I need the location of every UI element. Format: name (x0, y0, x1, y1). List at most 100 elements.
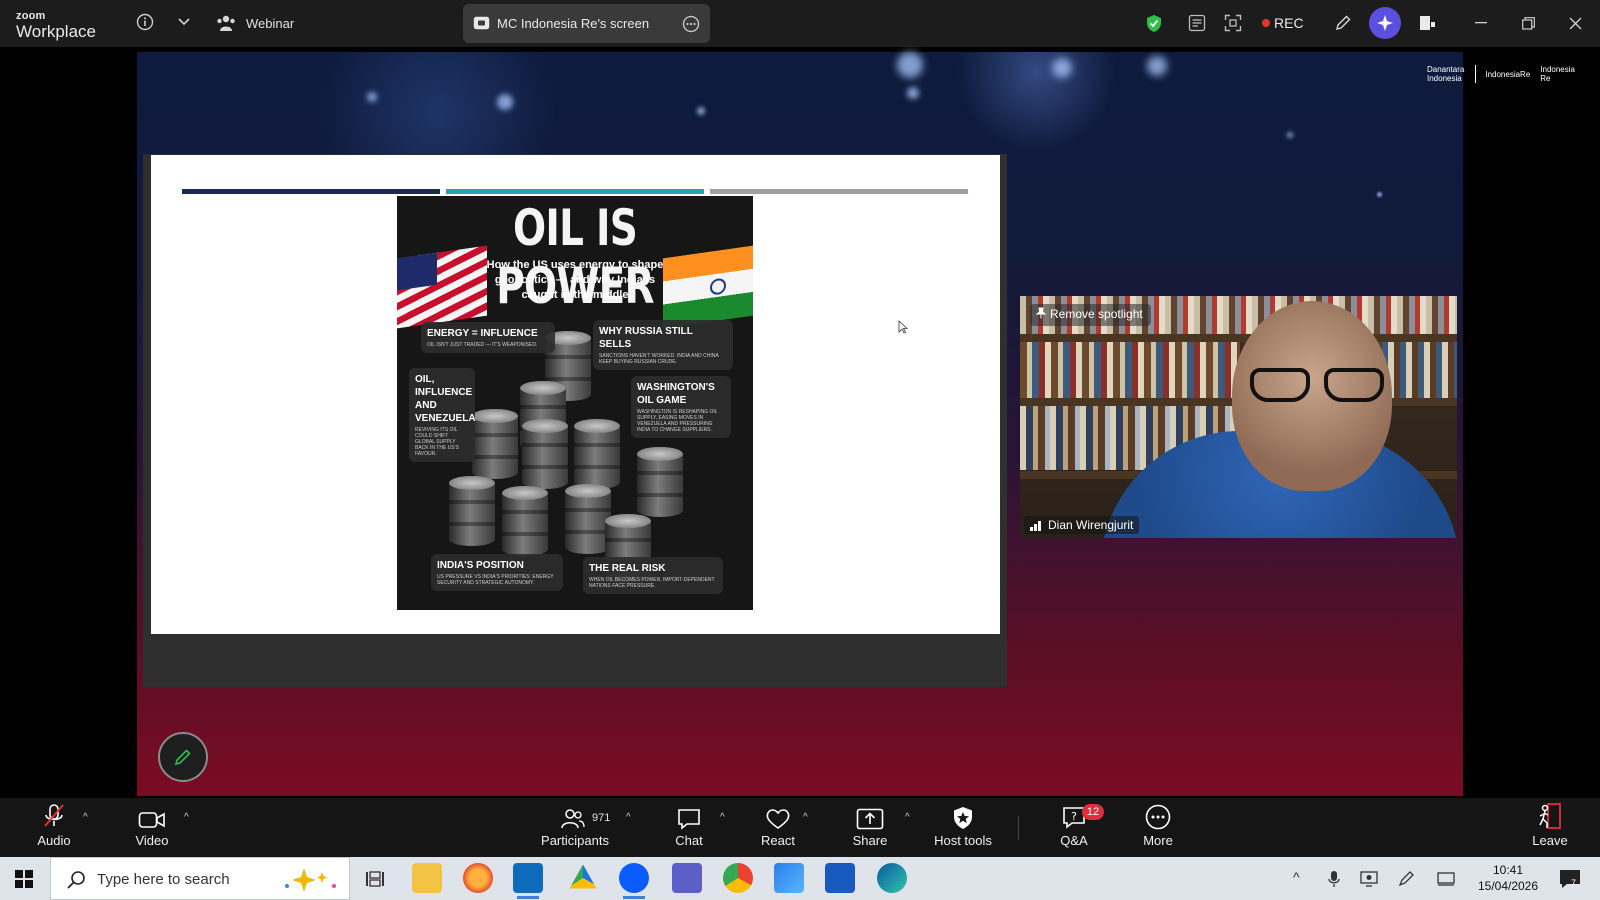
recording-indicator[interactable]: REC (1262, 15, 1304, 31)
card-oil-influence-venezuela: OIL, INFLUENCE AND VENEZUELA REVIVING IT… (409, 368, 476, 462)
rec-label: REC (1274, 15, 1304, 31)
control-divider (1018, 816, 1019, 840)
info-icon[interactable] (134, 11, 156, 33)
edge-app-icon[interactable] (877, 863, 907, 893)
react-button[interactable]: React (750, 798, 806, 857)
remove-spotlight-button[interactable]: Remove spotlight (1030, 304, 1151, 326)
more-options-icon[interactable] (681, 14, 701, 34)
card-washingtons-oil-game: WASHINGTON'S OIL GAME WASHINGTON IS RESH… (631, 376, 731, 438)
card-body: SANCTIONS HAVEN'T WORKED. INDIA AND CHIN… (599, 353, 719, 365)
windows-taskbar: Type here to search ^ 10:41 15/04/2026 7 (0, 857, 1600, 900)
audio-label: Audio (37, 833, 71, 848)
taskbar-search-box[interactable]: Type here to search (50, 857, 350, 900)
security-shield-icon[interactable] (1143, 12, 1165, 34)
annotate-pencil-icon[interactable] (1332, 12, 1354, 34)
shared-slide: OIL IS POWER How the US uses energy to s… (151, 155, 1000, 634)
bokeh-light (1377, 192, 1382, 197)
webinar-label[interactable]: Webinar (246, 16, 294, 31)
oil-is-power-poster: OIL IS POWER How the US uses energy to s… (397, 196, 753, 610)
slide-bar-2 (446, 189, 704, 194)
pin-icon (1035, 307, 1047, 322)
task-view-icon[interactable] (364, 868, 386, 890)
ai-companion-icon[interactable] (1369, 7, 1401, 39)
signal-bar (1030, 527, 1033, 531)
teams-app-icon[interactable] (672, 863, 702, 893)
glasses-lens (1324, 368, 1384, 402)
microphone-tray-icon[interactable] (1324, 868, 1344, 890)
bokeh-light (1052, 58, 1072, 78)
outlook-app-icon[interactable] (513, 863, 543, 899)
more-button[interactable]: More (1130, 798, 1186, 857)
captions-icon[interactable] (1186, 12, 1208, 34)
react-options-chevron-icon[interactable]: ^ (803, 812, 808, 823)
brand-top: zoom (16, 10, 46, 22)
heart-icon (750, 798, 806, 830)
share-options-chevron-icon[interactable]: ^ (905, 812, 910, 823)
signal-strength-icon (1030, 521, 1044, 531)
clock-time: 10:41 (1492, 863, 1524, 877)
webinar-icon (215, 12, 237, 34)
host-tools-label: Host tools (934, 833, 992, 848)
taskbar-clock[interactable]: 10:41 15/04/2026 (1468, 862, 1548, 894)
leave-button[interactable]: Leave (1522, 798, 1578, 857)
notification-center-icon[interactable]: 7 (1557, 867, 1583, 891)
pen-tray-icon[interactable] (1395, 868, 1417, 890)
chat-button[interactable]: Chat (662, 798, 716, 857)
search-icon (65, 869, 87, 891)
share-button[interactable]: Share (842, 798, 898, 857)
leave-door-icon (1522, 798, 1578, 830)
card-the-real-risk: THE REAL RISK WHEN OIL BECOMES POWER, IM… (583, 557, 723, 594)
bokeh-light (1147, 56, 1167, 76)
oil-barrel (472, 409, 518, 479)
chrome-app-icon[interactable] (723, 863, 753, 893)
google-drive-app-icon[interactable] (569, 864, 597, 889)
file-explorer-app-icon[interactable] (412, 863, 442, 893)
chevron-down-icon[interactable] (173, 11, 195, 33)
side-panel-icon[interactable] (1416, 12, 1438, 34)
signal-bar (1034, 524, 1037, 531)
view-focus-icon[interactable] (1222, 12, 1244, 34)
signal-bar (1038, 521, 1041, 531)
video-camera-icon (124, 798, 180, 830)
leave-label: Leave (1532, 833, 1568, 848)
card-body: US PRESSURE VS INDIA'S PRIORITIES: ENERG… (437, 574, 554, 586)
partner-logos: Danantara Indonesia IndonesiaRe Indonesi… (1427, 65, 1575, 83)
video-button[interactable]: Video (124, 798, 180, 857)
card-body: WHEN OIL BECOMES POWER, IMPORT-DEPENDENT… (589, 577, 715, 589)
participant-glasses (1242, 368, 1392, 408)
audio-options-chevron-icon[interactable]: ^ (83, 812, 88, 823)
annotation-pencil-button[interactable] (158, 732, 208, 782)
audio-button[interactable]: Audio (28, 798, 80, 857)
zoom-app-icon[interactable] (619, 863, 649, 899)
bokeh-light (697, 107, 705, 115)
participants-button[interactable]: Participants (535, 798, 615, 857)
network-tray-icon[interactable] (1435, 868, 1457, 890)
more-label: More (1143, 833, 1173, 848)
video-options-chevron-icon[interactable]: ^ (184, 812, 189, 823)
firefox-app-icon[interactable] (463, 863, 493, 893)
windows-start-icon[interactable] (13, 868, 35, 890)
meeting-stage: Danantara Indonesia IndonesiaRe Indonesi… (0, 47, 1600, 798)
word-app-icon[interactable] (825, 863, 855, 893)
host-tools-button[interactable]: Host tools (928, 798, 998, 857)
bokeh-light (907, 87, 919, 99)
video-label: Video (135, 833, 169, 848)
show-hidden-icons-chevron-icon[interactable]: ^ (1293, 869, 1300, 885)
spotlight-video-tile[interactable]: Remove spotlight Dian Wirengjurit (1020, 296, 1457, 538)
photos-app-icon[interactable] (774, 863, 804, 893)
minimize-icon[interactable] (1470, 12, 1492, 34)
mouse-cursor-icon (898, 320, 909, 337)
participants-options-chevron-icon[interactable]: ^ (626, 812, 631, 823)
chat-options-chevron-icon[interactable]: ^ (720, 812, 725, 823)
oil-barrel (574, 419, 620, 489)
partner-logo-danantara: Danantara Indonesia (1427, 65, 1465, 83)
restore-icon[interactable] (1517, 12, 1539, 34)
screen-share-pill[interactable]: MC Indonesia Re's screen (463, 4, 710, 43)
qa-label: Q&A (1060, 833, 1088, 848)
card-heading: INDIA'S POSITION (437, 560, 524, 571)
card-energy-influence: ENERGY = INFLUENCE OIL ISN'T JUST TRADED… (421, 322, 555, 353)
bokeh-light (367, 92, 377, 102)
oil-barrel (449, 476, 495, 546)
close-icon[interactable] (1564, 12, 1586, 34)
screen-capture-tray-icon[interactable] (1358, 868, 1380, 890)
